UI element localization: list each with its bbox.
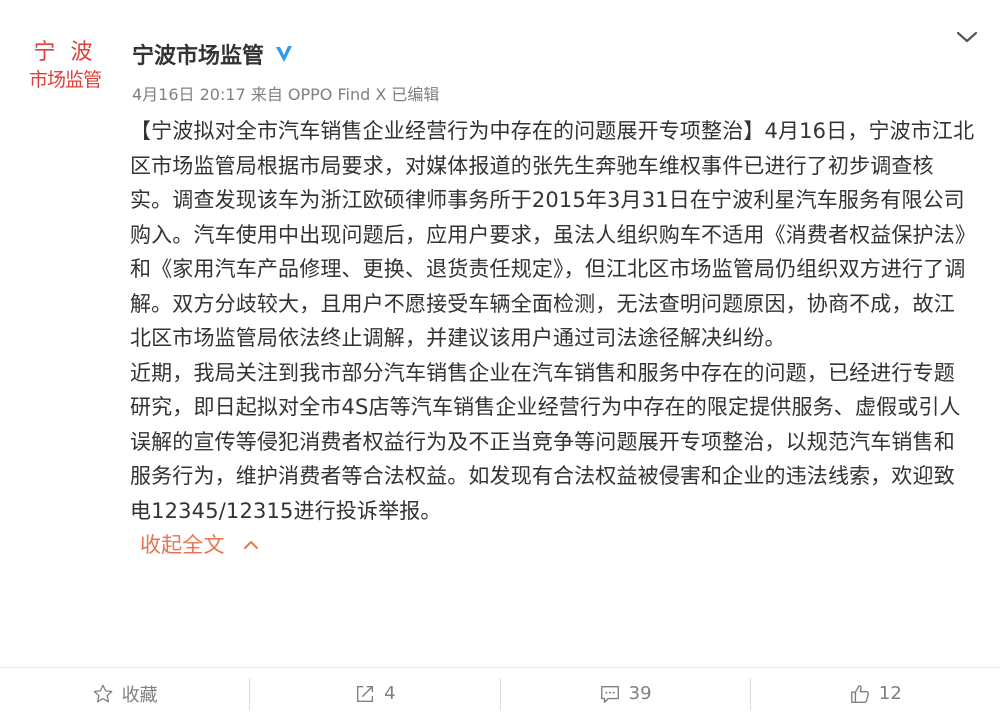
post-meta: 4月16日 20:17 来自 OPPO Find X 已编辑 [132,85,440,104]
avatar-text-line1: 宁 波 [33,40,97,66]
avatar-text-line2: 市场监管 [28,68,102,91]
avatar[interactable]: 宁 波 市场监管 [20,28,110,104]
collapse-full-text-button[interactable]: 收起全文 [140,528,259,563]
weibo-post: 宁 波 市场监管 宁波市场监管 4月16日 20:17 来自 OPPO Find… [0,0,1000,668]
chevron-up-icon [243,541,258,550]
like-icon [850,684,869,703]
chevron-down-icon[interactable] [955,28,979,46]
repost-icon [357,685,374,702]
favorite-button[interactable]: 收藏 [0,668,249,719]
post-content: 【宁波拟对全市汽车销售企业经营行为中存在的问题展开专项整治】4月16日，宁波市江… [130,114,975,563]
post-paragraph-1: 【宁波拟对全市汽车销售企业经营行为中存在的问题展开专项整治】4月16日，宁波市江… [130,119,975,350]
comment-count: 39 [628,683,652,704]
collapse-label: 收起全文 [140,533,225,557]
verified-icon [276,46,293,62]
post-paragraph-2: 近期，我局关注到我市部分汽车销售企业在汽车销售和服务中存在的问题，已经进行专题研… [130,360,961,523]
action-bar: 收藏 4 39 12 [0,668,1000,719]
star-icon [93,684,112,702]
comment-icon [600,685,619,703]
repost-button[interactable]: 4 [250,668,499,719]
like-button[interactable]: 12 [751,668,1000,719]
user-name[interactable]: 宁波市场监管 [132,38,264,70]
comment-button[interactable]: 39 [501,668,750,719]
user-name-row: 宁波市场监管 [132,38,294,70]
repost-count: 4 [384,683,396,704]
favorite-label: 收藏 [121,684,158,706]
like-count: 12 [878,683,902,704]
